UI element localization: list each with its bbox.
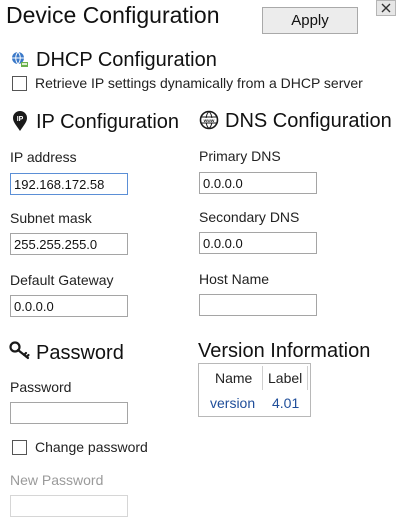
network-globe-icon (10, 50, 30, 70)
subnet-mask-field[interactable]: 255.255.255.0 (10, 233, 128, 255)
primary-dns-label: Primary DNS (199, 148, 281, 164)
ip-section-title: IP Configuration (36, 111, 180, 133)
secondary-dns-field[interactable]: 0.0.0.0 (199, 232, 317, 254)
change-password-label[interactable]: Change password (35, 439, 148, 455)
default-gateway-field[interactable]: 0.0.0.0 (10, 295, 128, 317)
dhcp-checkbox-label[interactable]: Retrieve IP settings dynamically from a … (35, 75, 363, 91)
close-icon (381, 3, 391, 13)
password-field[interactable] (10, 402, 128, 424)
dhcp-section-title: DHCP Configuration (36, 49, 217, 71)
column-divider (262, 366, 263, 390)
dns-section-title: DNS Configuration (225, 110, 392, 132)
default-gateway-label: Default Gateway (10, 272, 114, 288)
table-header-label: Label (268, 370, 303, 386)
column-divider (307, 366, 308, 390)
key-icon (9, 340, 31, 360)
dhcp-checkbox[interactable] (12, 76, 27, 91)
apply-button[interactable]: Apply (262, 7, 358, 34)
svg-text:www: www (203, 118, 215, 123)
version-section-title: Version Information (198, 340, 371, 362)
subnet-mask-label: Subnet mask (10, 210, 92, 226)
host-name-field[interactable] (199, 294, 317, 316)
password-label: Password (10, 379, 72, 395)
version-table: Name Label version 4.01 (198, 363, 311, 417)
host-name-label: Host Name (199, 271, 270, 287)
primary-dns-field[interactable]: 0.0.0.0 (199, 172, 317, 194)
www-globe-icon: www (199, 110, 219, 130)
password-section-title: Password (36, 342, 124, 364)
new-password-label: New Password (10, 472, 104, 488)
map-pin-icon: IP (10, 110, 30, 132)
table-header-name: Name (215, 370, 253, 386)
ip-address-field[interactable]: 192.168.172.58 (10, 173, 128, 195)
ip-address-label: IP address (10, 149, 77, 165)
change-password-checkbox[interactable] (12, 440, 27, 455)
table-cell-name[interactable]: version (210, 395, 255, 411)
svg-text:IP: IP (17, 116, 24, 123)
new-password-field[interactable] (10, 495, 128, 517)
window-title: Device Configuration (6, 2, 220, 28)
close-button[interactable] (376, 0, 396, 16)
secondary-dns-label: Secondary DNS (199, 209, 300, 225)
table-cell-label[interactable]: 4.01 (272, 395, 299, 411)
